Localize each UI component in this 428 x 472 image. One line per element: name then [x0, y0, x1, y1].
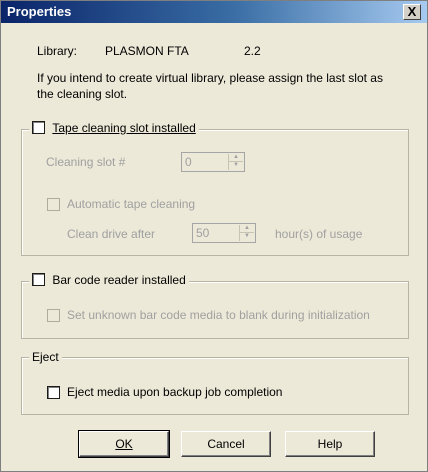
help-button[interactable]: Help [285, 431, 375, 457]
barcode-checkbox[interactable] [32, 273, 45, 286]
library-name: PLASMON FTA [105, 44, 189, 58]
spin-up-icon[interactable]: ▲ [240, 225, 254, 233]
clean-after-spinner[interactable]: 50 ▲ ▼ [192, 223, 256, 243]
tape-cleaning-legend: Tape cleaning slot installed [29, 121, 199, 135]
close-button[interactable]: X [403, 4, 421, 20]
unknown-media-label[interactable]: Set unknown bar code media to blank duri… [67, 308, 370, 322]
cleaning-slot-spinner[interactable]: 0 ▲ ▼ [181, 152, 245, 172]
eject-label[interactable]: Eject media upon backup job completion [67, 385, 282, 399]
spin-down-icon[interactable]: ▼ [240, 233, 254, 240]
library-version: 2.2 [244, 44, 261, 58]
cleaning-slot-value: 0 [185, 155, 192, 169]
title-bar[interactable]: Properties X [1, 1, 427, 23]
eject-legend: Eject [29, 350, 62, 364]
tape-cleaning-label[interactable]: Tape cleaning slot installed [52, 121, 195, 135]
help-button-label: Help [317, 437, 343, 451]
usage-label: hour(s) of usage [275, 227, 363, 241]
barcode-label[interactable]: Bar code reader installed [52, 273, 185, 287]
clean-after-value: 50 [196, 226, 210, 240]
info-text-line2: the cleaning slot. [37, 87, 128, 101]
library-label: Library: [37, 44, 78, 58]
cancel-button[interactable]: Cancel [181, 431, 271, 457]
auto-clean-checkbox[interactable] [47, 198, 60, 211]
properties-dialog: Properties X Library: PLASMON FTA 2.2 If… [0, 0, 428, 472]
ok-button-label: OK [115, 437, 133, 451]
spin-up-icon[interactable]: ▲ [229, 154, 243, 162]
auto-clean-label[interactable]: Automatic tape cleaning [67, 197, 195, 211]
window-title: Properties [7, 4, 72, 19]
info-text-line1: If you intend to create virtual library,… [37, 71, 383, 85]
unknown-media-checkbox[interactable] [47, 309, 60, 322]
cancel-button-label: Cancel [207, 437, 245, 451]
cleaning-slot-label: Cleaning slot # [46, 155, 126, 169]
spin-down-icon[interactable]: ▼ [229, 162, 243, 169]
ok-button[interactable]: OK [78, 430, 170, 458]
barcode-legend: Bar code reader installed [29, 273, 189, 287]
tape-cleaning-checkbox[interactable] [32, 121, 45, 134]
clean-after-label: Clean drive after [67, 227, 156, 241]
eject-checkbox[interactable] [47, 386, 60, 399]
